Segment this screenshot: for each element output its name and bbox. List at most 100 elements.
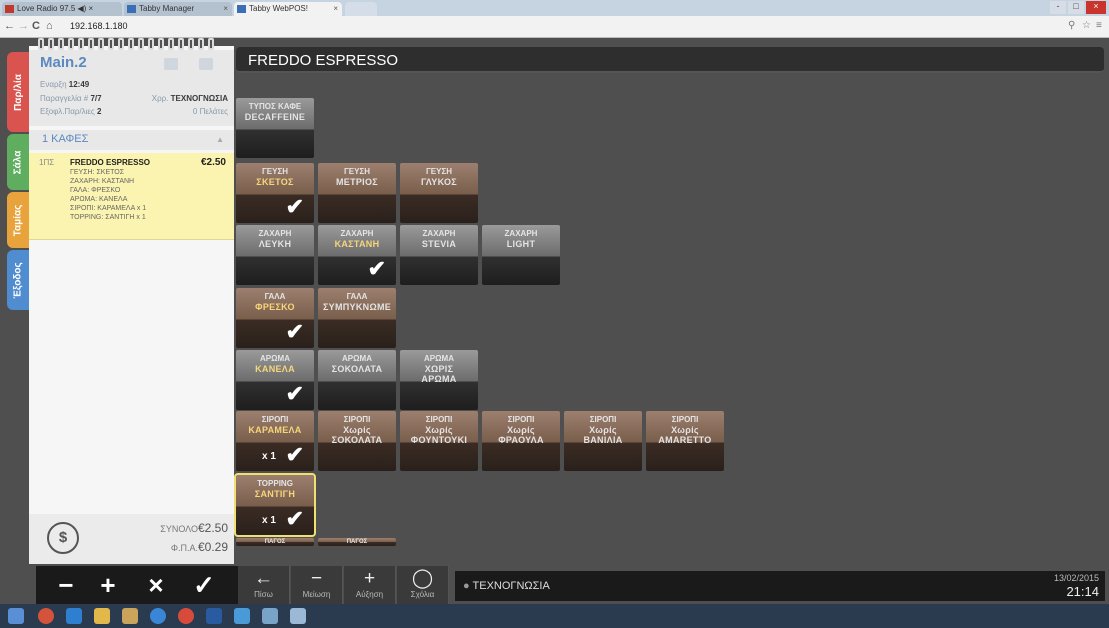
option-coffee-type[interactable]: ΤΥΠΟΣ ΚΑΦΕ DECAFFEINE (236, 98, 314, 158)
cancel-button[interactable]: × (136, 566, 176, 604)
zoom-icon[interactable]: ⚲ (1068, 20, 1075, 31)
start-line: Εναρξη 12:49 (40, 80, 90, 89)
tile-value: Χωρίς (671, 425, 699, 435)
option-syrup-vanilla[interactable]: ΣΙΡΟΠΙ Χωρίς ΒΑΝΙΛΙΑ (564, 411, 642, 471)
teamviewer-icon[interactable] (66, 608, 82, 624)
browser-tab-love-radio[interactable]: Love Radio 97.5 ◀) × (2, 2, 122, 16)
collapse-caret-icon[interactable]: ▲ (216, 135, 224, 144)
tile-value: ΣΟΚΟΛΑΤΑ (331, 364, 383, 374)
chrome-icon[interactable] (178, 608, 194, 624)
option-sugar-white[interactable]: ΖΑΧΑΡΗ ΛΕΥΚΗ (236, 225, 314, 285)
back-arrow-icon[interactable]: ← (4, 20, 15, 32)
notes-app-icon[interactable] (290, 608, 306, 624)
option-syrup-amaretto[interactable]: ΣΙΡΟΠΙ Χωρίς AMARETTO (646, 411, 724, 471)
option-ice[interactable]: ΠΑΓΟΣ (318, 538, 396, 546)
option-sugar-brown[interactable]: ΖΑΧΑΡΗ ΚΑΣΤΑΝΗ ✔ (318, 225, 396, 285)
tab-label: Tabby WebPOS! (249, 4, 308, 13)
window-app-icon[interactable] (262, 608, 278, 624)
close-window-button[interactable]: × (1086, 1, 1106, 14)
order-item[interactable]: 1ΠΣ FREDDO ESPRESSO €2.50 ΓΕΥΣΗ: ΣΚΕΤΟΣ … (29, 153, 234, 240)
tab-audio-icon[interactable]: ◀) × (78, 4, 94, 13)
option-aroma-none[interactable]: ΑΡΩΜΑ ΧΩΡΙΣ ΑΡΩΜΑ (400, 350, 478, 410)
folder-icon[interactable] (122, 608, 138, 624)
outstanding-line: Εξοφλ.Παρ/λιες 2 (40, 107, 102, 116)
increase-button[interactable]: + Αύξηση (344, 566, 396, 604)
media-app-icon[interactable] (38, 608, 54, 624)
customers-count: 0 Πελάτες (192, 107, 228, 116)
tile-group: ΣΙΡΟΠΙ (261, 415, 289, 424)
split-order-icon[interactable] (199, 58, 213, 70)
option-milk-fresh[interactable]: ΓΑΛΑ ΦΡΕΣΚΟ ✔ (236, 288, 314, 348)
close-tab-icon[interactable]: × (333, 4, 338, 13)
item-modifier: ΖΑΧΑΡΗ: ΚΑΣΤΑΝΗ (70, 178, 135, 185)
tile-value: Χωρίς (507, 425, 535, 435)
browser-tab-tabby-webpos[interactable]: Tabby WebPOS! × (234, 2, 342, 16)
calendar-app-icon[interactable] (234, 608, 250, 624)
item-qty: 1ΠΣ (39, 158, 55, 167)
tile-value: Χωρίς (343, 425, 371, 435)
comments-button[interactable]: ◯ Σχόλια (397, 566, 449, 604)
customer-icon[interactable] (164, 58, 178, 70)
option-sugar-stevia[interactable]: ΖΑΧΑΡΗ STEVIA (400, 225, 478, 285)
tile-group: TOPPING (257, 479, 293, 488)
option-syrup-hazelnut[interactable]: ΣΙΡΟΠΙ Χωρίς ΦΟΥΝΤΟΥΚΙ (400, 411, 478, 471)
tile-group: ΖΑΧΑΡΗ (258, 229, 292, 238)
option-aroma-cinnamon[interactable]: ΑΡΩΜΑ ΚΑΝΕΛΑ ✔ (236, 350, 314, 410)
option-topping-whipped[interactable]: TOPPING ΣΑΝΤΙΓΗ x 1 ✔ (234, 473, 316, 537)
reload-icon[interactable]: C (32, 20, 40, 32)
decrease-button[interactable]: − Μείωση (291, 566, 343, 604)
maximize-button[interactable]: □ (1068, 1, 1084, 14)
side-tab-label: Έξοδος (12, 261, 24, 299)
side-tab-hall[interactable]: Σάλα (7, 134, 29, 190)
url-field[interactable]: 192.168.1.180 (66, 19, 966, 34)
status-bar: ● ΤΕΧΝΟΓΝΩΣΙΑ 13/02/2015 21:14 (455, 571, 1105, 601)
total-value: €2.50 (197, 521, 228, 535)
add-button[interactable]: + (88, 566, 128, 604)
option-milk-condensed[interactable]: ΓΑΛΑ ΣΥΜΠΥΚΝΩΜΕ (318, 288, 396, 348)
tab-label: Tabby Manager (139, 4, 195, 13)
new-tab-button[interactable] (345, 2, 377, 16)
option-syrup-chocolate[interactable]: ΣΙΡΟΠΙ Χωρίς ΣΟΚΟΛΑΤΑ (318, 411, 396, 471)
tile-group: ΠΑΓΟΣ (264, 539, 286, 545)
category-group[interactable]: 1 ΚΑΦΕΣ ▲ (29, 130, 234, 150)
option-taste-glykos[interactable]: ΓΕΥΣΗ ΓΛΥΚΟΣ (400, 163, 478, 223)
bookmark-star-icon[interactable]: ☆ (1082, 20, 1091, 31)
option-syrup-caramel[interactable]: ΣΙΡΟΠΙ ΚΑΡΑΜΕΛΑ x 1 ✔ (236, 411, 314, 471)
option-ice[interactable]: ΠΑΓΟΣ (236, 538, 314, 546)
checkmark-icon: ✔ (367, 256, 386, 281)
tile-group: ΖΑΧΑΡΗ (504, 229, 538, 238)
option-taste-sketos[interactable]: ΓΕΥΣΗ ΣΚΕΤΟΣ ✔ (236, 163, 314, 223)
option-syrup-strawberry[interactable]: ΣΙΡΟΠΙ Χωρίς ΦΡΑΟΥΛΑ (482, 411, 560, 471)
tile-value: ΧΩΡΙΣ (424, 364, 454, 374)
photoshop-icon[interactable] (206, 608, 222, 624)
tile-value: ΣΟΚΟΛΑΤΑ (331, 435, 383, 445)
tile-value: ΒΑΝΙΛΙΑ (583, 435, 623, 445)
file-explorer-icon[interactable] (94, 608, 110, 624)
tile-group: ΓΕΥΣΗ (425, 167, 453, 176)
internet-explorer-icon[interactable] (150, 608, 166, 624)
menu-icon[interactable]: ≡ (1096, 20, 1102, 31)
payment-icon[interactable]: $ (47, 522, 79, 554)
tile-group: ΑΡΩΜΑ (260, 354, 290, 363)
checkmark-icon: ✔ (285, 194, 304, 219)
tile-group: ΑΡΩΜΑ (424, 354, 454, 363)
side-tab-orders[interactable]: Παρ/λία (7, 52, 29, 132)
side-tab-cashier[interactable]: Ταμίας (7, 192, 29, 248)
side-tab-exit[interactable]: Έξοδος (7, 250, 29, 310)
radio-favicon-icon (5, 5, 14, 13)
tile-group: ΤΥΠΟΣ ΚΑΦΕ (248, 102, 302, 111)
forward-arrow-icon[interactable]: → (18, 20, 29, 32)
remove-button[interactable]: − (46, 566, 86, 604)
minimize-button[interactable]: - (1050, 1, 1066, 14)
option-taste-metrios[interactable]: ΓΕΥΣΗ ΜΕΤΡΙΟΣ (318, 163, 396, 223)
home-icon[interactable]: ⌂ (46, 20, 53, 32)
option-aroma-chocolate[interactable]: ΑΡΩΜΑ ΣΟΚΟΛΑΤΑ (318, 350, 396, 410)
browser-tab-tabby-manager[interactable]: Tabby Manager × (124, 2, 232, 16)
back-button[interactable]: ← Πίσω (238, 566, 290, 604)
option-sugar-light[interactable]: ΖΑΧΑΡΗ LIGHT (482, 225, 560, 285)
pos-app: Παρ/λία Σάλα Ταμίας Έξοδος Main.2 Εναρξη… (0, 38, 1109, 604)
start-menu-icon[interactable] (8, 608, 24, 624)
confirm-button[interactable]: ✓ (184, 566, 224, 604)
tile-value: ΛΕΥΚΗ (258, 239, 292, 249)
close-tab-icon[interactable]: × (223, 4, 228, 13)
